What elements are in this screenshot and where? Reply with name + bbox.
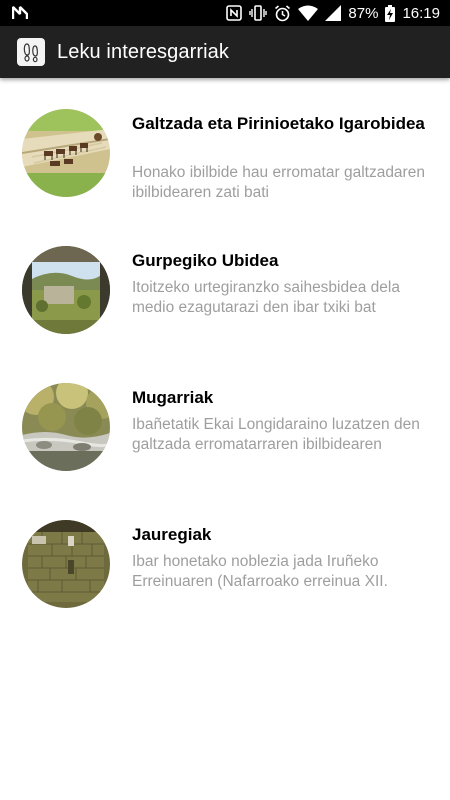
n-notification-icon [12, 6, 28, 20]
item-description: Honako ibilbide hau erromatar galtzadare… [132, 164, 425, 201]
list-item-galtzada[interactable]: Galtzada eta Pirinioetako Igarobidea Hon… [0, 78, 450, 215]
item-title: Gurpegiko Ubidea [132, 251, 279, 270]
footprints-icon [17, 38, 45, 66]
place-thumbnail-gurpegi [22, 246, 110, 334]
wifi-icon [298, 5, 319, 21]
place-thumbnail-mugarriak [22, 383, 110, 471]
item-title: Mugarriak [132, 388, 214, 407]
item-description: Itoitzeko urtegiranzko saihesbidea dela … [132, 279, 400, 316]
list-item-gurpegi[interactable]: Gurpegiko Ubidea Itoitzeko urtegiranzko … [0, 215, 450, 352]
app-bar: Leku interesgarriak [0, 26, 450, 78]
list-item-jauregiak[interactable]: Jauregiak Ibar honetako noblezia jada Ir… [0, 489, 450, 626]
nfc-icon [226, 5, 243, 21]
item-title: Galtzada eta Pirinioetako Igarobidea [132, 114, 425, 133]
places-list: Galtzada eta Pirinioetako Igarobidea Hon… [0, 78, 450, 626]
place-thumbnail-galtzada [22, 109, 110, 197]
list-item-mugarriak[interactable]: Mugarriak Ibañetatik Ekai Longidaraino l… [0, 352, 450, 489]
item-description: Ibañetatik Ekai Longidaraino luzatzen de… [132, 416, 420, 453]
item-title: Jauregiak [132, 525, 212, 544]
battery-percent: 87% [348, 4, 379, 22]
vibrate-icon [249, 5, 268, 21]
app-title: Leku interesgarriak [57, 40, 229, 63]
item-description: Ibar honetako noblezia jada Iruñeko Erre… [132, 553, 388, 590]
cellular-icon [325, 5, 342, 21]
status-bar: 87% 16:19 [0, 0, 450, 26]
place-thumbnail-jauregiak [22, 520, 110, 608]
clock: 16:19 [402, 4, 440, 22]
battery-charging-icon [385, 4, 396, 22]
alarm-icon [274, 4, 291, 22]
